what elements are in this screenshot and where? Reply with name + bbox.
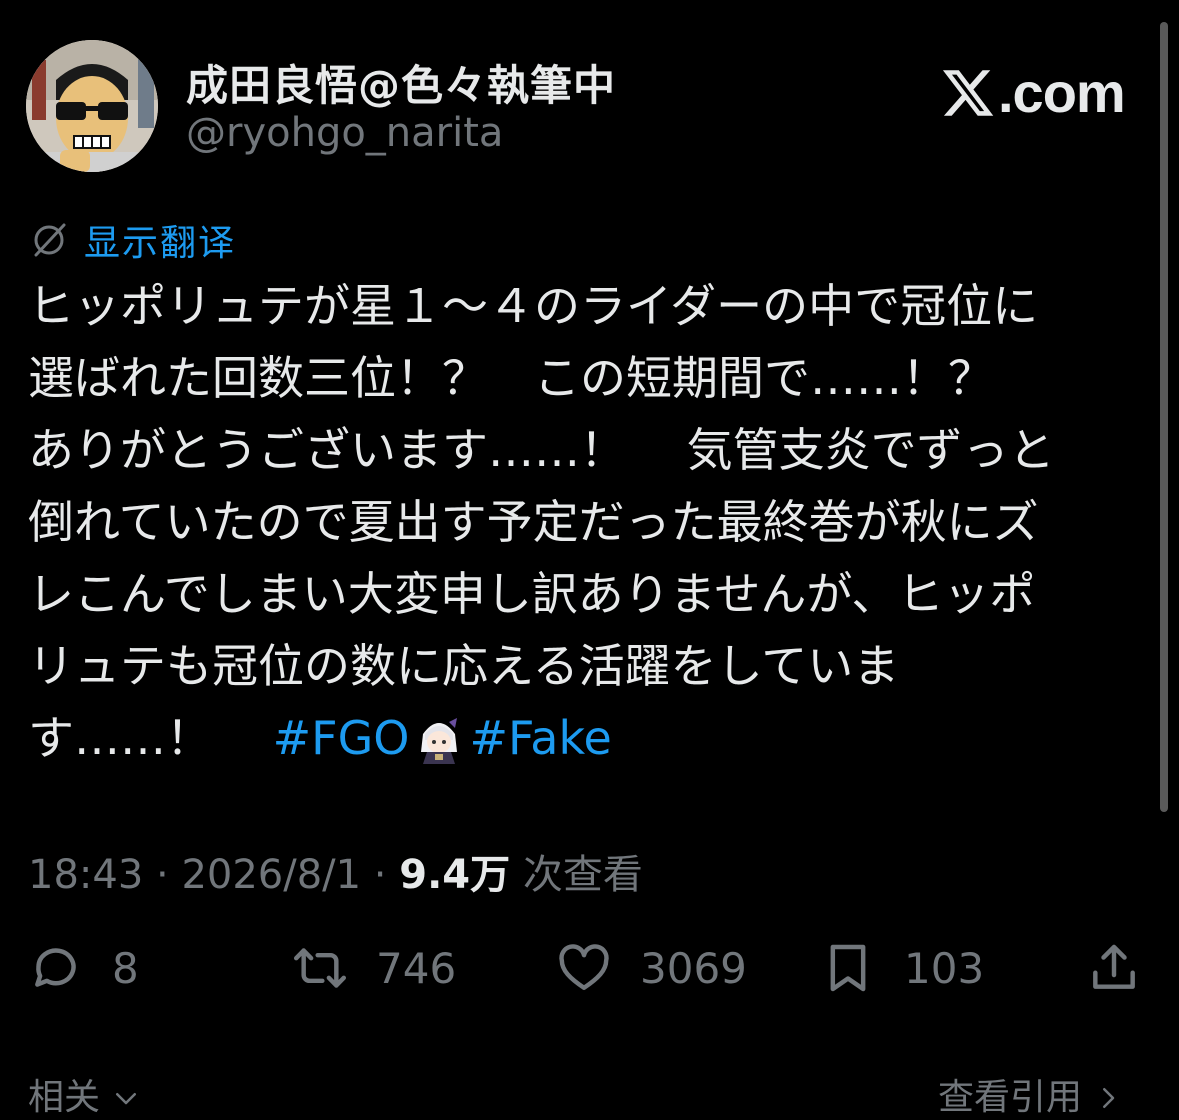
tweet-line: 倒れていたので夏出す予定だった最終巻が秋にズ [28,495,1039,549]
action-bar: 8 746 3069 103 [0,940,1179,1010]
avatar-image [26,40,158,172]
brand-text: .com [998,61,1126,124]
retweet-button[interactable]: 746 [292,940,456,996]
x-logo-icon [942,69,994,116]
tweet-time[interactable]: 18:43 [28,852,143,898]
show-translation-button[interactable]: 显示翻译 [30,214,236,266]
like-button[interactable]: 3069 [556,940,747,996]
related-label: 相关 [28,1077,101,1118]
tweet-line: ありがとうございます……！ 気管支炎でずっと [28,423,1055,477]
meta-separator: · [361,852,400,898]
bookmark-icon [830,944,866,992]
bookmark-button[interactable]: 103 [820,940,984,996]
reply-count: 8 [112,943,139,993]
views-label: 次查看 [510,852,643,898]
chevron-down-icon [116,1093,137,1105]
reply-icon [35,948,76,987]
tweet-date[interactable]: 2026/8/1 [181,852,361,898]
chevron-right-icon [1103,1088,1115,1108]
reply-button[interactable]: 8 [28,940,139,996]
retweet-count: 746 [376,943,457,993]
retweet-icon [293,948,347,988]
share-icon [1093,944,1135,989]
globe-slash-icon [34,223,66,257]
tweet-line: レこんでしまい大変申し訳ありませんが、ヒッポ [28,567,1036,621]
tweet-last-line: す……！ #FGO #Fake [28,702,1158,774]
display-name[interactable]: 成田良悟@色々執筆中 [186,52,616,113]
bookmark-count: 103 [904,943,985,993]
hashtag-fake-link[interactable]: #Fake [469,711,611,765]
tweet-line: ヒッポリュテが星１～４のライダーの中で冠位に [28,279,1039,333]
hashtag-fgo-link[interactable]: #FGO [273,711,410,765]
related-toggle[interactable]: 相关 [28,1068,141,1120]
tweet-text: ヒッポリュテが星１～４のライダーの中で冠位に 選ばれた回数三位！？ この短期間で… [28,270,1158,774]
show-translation-label[interactable]: 显示翻译 [84,214,236,266]
views-count: 9.4万 [399,852,511,898]
like-count: 3069 [640,943,747,993]
view-quotes-label: 查看引用 [938,1077,1083,1118]
tweet-page: 成田良悟@色々執筆中 @ryohgo_narita .com 显示翻译 ヒッポリ… [0,0,1179,1118]
tweet-meta: 18:43 · 2026/8/1 · 9.4万 次查看 [28,842,643,900]
avatar[interactable] [26,40,158,172]
heart-icon [559,944,609,991]
character-sticker-icon [421,718,458,764]
tweet-line: 選ばれた回数三位！？ この短期間で……！？ [28,351,994,405]
tweet-last-line-text: す……！ [28,711,273,765]
user-handle[interactable]: @ryohgo_narita [186,110,503,156]
share-button[interactable] [1086,940,1142,996]
scrollbar[interactable] [1160,22,1168,812]
tweet-line: リュテも冠位の数に応える活躍をしていま [28,639,900,693]
meta-separator: · [143,852,182,898]
x-com-brand: .com [940,60,1126,125]
view-quotes-link[interactable]: 查看引用 [938,1068,1123,1120]
